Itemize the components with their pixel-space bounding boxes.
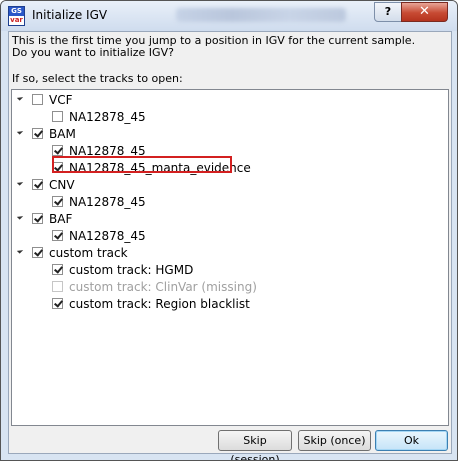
track-prompt: If so, select the tracks to open: — [12, 72, 183, 85]
tree-node-label: custom track — [49, 245, 128, 260]
tree-node-label: CNV — [49, 177, 75, 192]
tree-node-custom-track[interactable]: custom track — [32, 244, 128, 261]
message-text: This is the first time you jump to a pos… — [12, 35, 415, 59]
skip-once-button[interactable]: Skip (once) — [298, 430, 371, 451]
checkbox-custom-track[interactable] — [32, 247, 43, 258]
tree-node-cnv[interactable]: CNV — [32, 176, 75, 193]
tree-node-label: NA12878_45 — [69, 194, 146, 209]
expand-triangle-icon[interactable] — [16, 94, 24, 101]
checkbox-custom-blacklist[interactable] — [52, 298, 63, 309]
close-button[interactable]: ✕ — [401, 2, 448, 22]
message-line-2: Do you want to initialize IGV? — [12, 46, 174, 59]
tree-node-baf[interactable]: BAF — [32, 210, 72, 227]
tree-node-label: BAF — [49, 211, 73, 226]
help-button[interactable]: ? — [374, 2, 402, 22]
redacted-title-area — [176, 8, 346, 22]
checkbox-bam[interactable] — [32, 128, 43, 139]
checkbox-baf-na12878[interactable] — [52, 230, 63, 241]
expand-triangle-icon[interactable] — [16, 179, 24, 186]
checkbox-bam-na12878[interactable] — [52, 145, 63, 156]
checkbox-cnv[interactable] — [32, 179, 43, 190]
app-icon-top: GS — [9, 7, 24, 16]
tree-node-label: BAM — [49, 126, 76, 141]
window-title: Initialize IGV — [32, 8, 108, 22]
expand-triangle-icon[interactable] — [16, 128, 24, 135]
ok-button[interactable]: Ok — [375, 430, 448, 451]
dialog-body: This is the first time you jump to a pos… — [8, 31, 452, 460]
tree-node-vcf-na12878[interactable]: NA12878_45 — [52, 108, 146, 125]
skip-session-button[interactable]: Skip (session) — [218, 430, 292, 460]
checkbox-custom-clinvar — [52, 281, 63, 292]
expand-triangle-icon[interactable] — [16, 247, 24, 254]
app-icon: GS var — [8, 6, 25, 26]
tree-node-baf-na12878[interactable]: NA12878_45 — [52, 227, 146, 244]
tree-node-label: NA12878_45 — [69, 228, 146, 243]
tree-node-label: VCF — [49, 92, 73, 107]
tree-node-custom-clinvar: custom track: ClinVar (missing) — [52, 278, 257, 295]
highlight-box — [52, 156, 232, 173]
checkbox-cnv-na12878[interactable] — [52, 196, 63, 207]
checkbox-baf[interactable] — [32, 213, 43, 224]
tree-node-vcf[interactable]: VCF — [32, 91, 73, 108]
checkbox-vcf[interactable] — [32, 94, 43, 105]
tree-node-label: custom track: ClinVar (missing) — [69, 279, 257, 294]
tree-node-custom-blacklist[interactable]: custom track: Region blacklist — [52, 295, 250, 312]
expand-triangle-icon[interactable] — [16, 213, 24, 220]
checkbox-custom-hgmd[interactable] — [52, 264, 63, 275]
tree-node-bam[interactable]: BAM — [32, 125, 76, 142]
checkbox-vcf-na12878[interactable] — [52, 111, 63, 122]
tree-node-label: custom track: HGMD — [69, 262, 194, 277]
tree-node-custom-hgmd[interactable]: custom track: HGMD — [52, 261, 193, 278]
tree-node-label: NA12878_45 — [69, 109, 146, 124]
tree-node-cnv-na12878[interactable]: NA12878_45 — [52, 193, 146, 210]
title-bar: GS var Initialize IGV ? ✕ — [1, 1, 457, 31]
track-tree: VCF NA12878_45 BAM NA12878_45 NA12878_45… — [11, 89, 449, 426]
app-icon-bottom: var — [10, 16, 23, 24]
tree-node-label: custom track: Region blacklist — [69, 296, 250, 311]
dialog-window: GS var Initialize IGV ? ✕ This is the fi… — [0, 0, 458, 461]
